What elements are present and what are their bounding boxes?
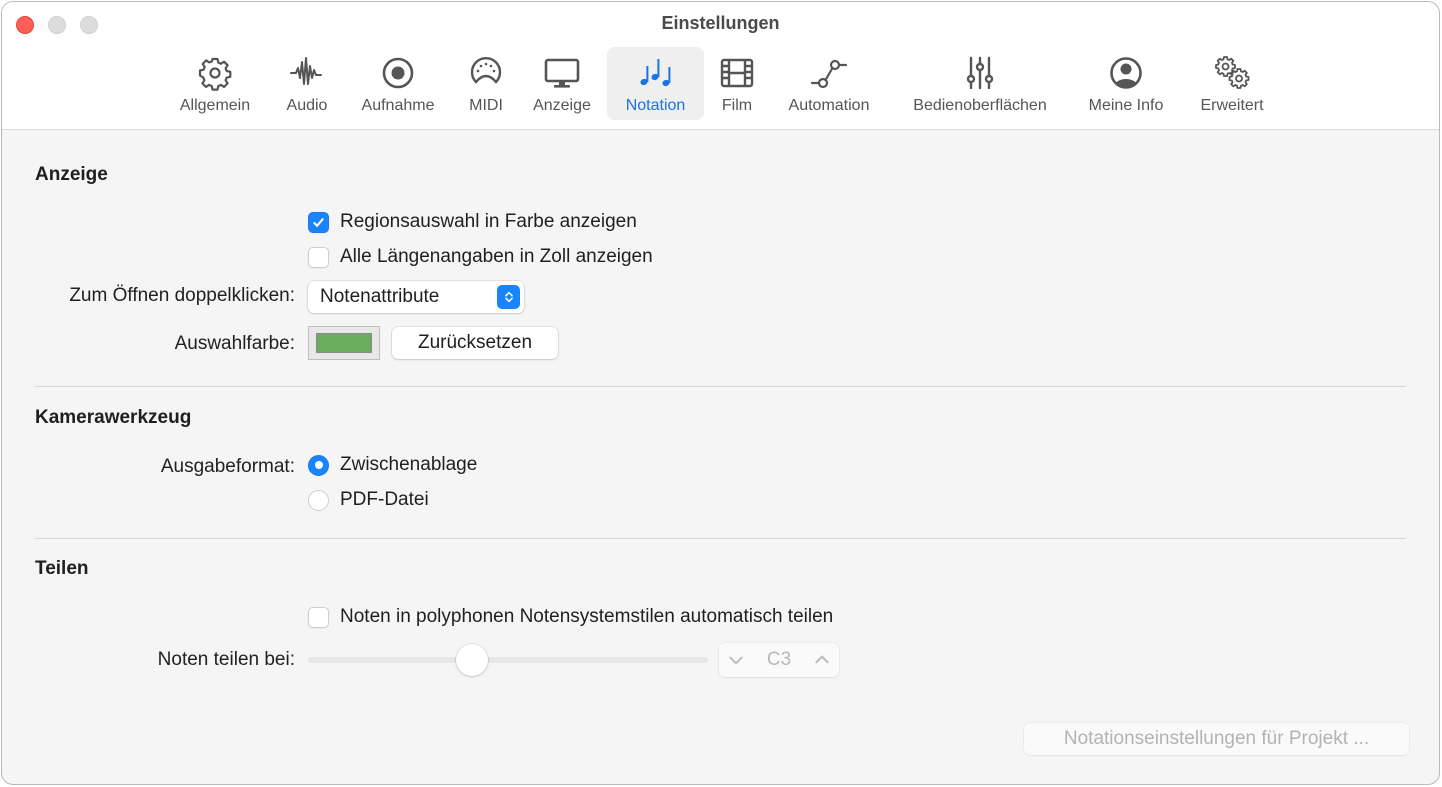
tab-label: Bedienoberflächen [913, 97, 1047, 114]
split-at-label: Noten teilen bei: [157, 649, 295, 670]
section-divider [35, 538, 1406, 539]
radio-clipboard[interactable] [308, 454, 329, 476]
record-icon [378, 53, 418, 93]
tab-label: Allgemein [179, 97, 251, 114]
checkbox-row-inches[interactable]: Alle Längenangaben in Zoll anzeigen [308, 246, 653, 268]
sliders-icon [960, 53, 1000, 93]
double-click-label: Zum Öffnen doppelklicken: [69, 285, 295, 306]
preferences-toolbar: Allgemein Audio Aufnahme MIDI Anzeige No… [2, 47, 1439, 121]
music-notes-icon [636, 53, 676, 93]
tab-label: Automation [788, 97, 870, 114]
split-slider-track[interactable] [308, 657, 708, 663]
section-divider [35, 386, 1406, 387]
display-icon [542, 53, 582, 93]
tab-label: MIDI [469, 97, 503, 114]
checkbox-label: Alle Längenangaben in Zoll anzeigen [340, 246, 653, 267]
tab-allgemein[interactable]: Allgemein [169, 47, 261, 120]
checkbox-label: Noten in polyphonen Notensystemstilen au… [340, 606, 834, 627]
tab-label: Film [721, 97, 753, 114]
midi-connector-icon [466, 53, 506, 93]
split-note-value: C3 [766, 649, 792, 670]
checkbox-inches[interactable] [308, 246, 329, 268]
split-note-stepper[interactable]: C3 [719, 643, 839, 677]
radio-row-pdf[interactable]: PDF-Datei [308, 489, 429, 511]
checkbox-label: Regionsauswahl in Farbe anzeigen [340, 211, 637, 232]
reset-color-button[interactable]: Zurücksetzen [392, 327, 558, 359]
notation-settings-pane: Anzeige Regionsauswahl in Farbe anzeigen… [2, 130, 1439, 784]
checkbox-color-region[interactable] [308, 211, 329, 233]
checkbox-row-color-region[interactable]: Regionsauswahl in Farbe anzeigen [308, 211, 637, 233]
radio-label: Zwischenablage [340, 454, 478, 475]
popup-value: Notenattribute [320, 286, 440, 307]
radio-row-clipboard[interactable]: Zwischenablage [308, 454, 477, 476]
titlebar: Einstellungen Allgemein Audio Aufnahme M… [2, 2, 1439, 130]
tab-audio[interactable]: Audio [275, 47, 339, 120]
section-title-kamerawerkzeug: Kamerawerkzeug [35, 407, 192, 428]
color-swatch [316, 333, 372, 353]
checkbox-row-auto-split[interactable]: Noten in polyphonen Notensystemstilen au… [308, 606, 833, 628]
film-icon [717, 53, 757, 93]
gear-icon [195, 53, 235, 93]
double-click-popup[interactable]: Notenattribute [308, 281, 524, 313]
tab-meine-info[interactable]: Meine Info [1077, 47, 1175, 120]
checkmark-icon [313, 217, 324, 227]
tab-film[interactable]: Film [712, 47, 762, 120]
section-title-teilen: Teilen [35, 558, 89, 579]
gears-icon [1212, 53, 1252, 93]
radio-pdf[interactable] [308, 489, 329, 511]
tab-label: Erweitert [1200, 97, 1264, 114]
settings-window: Einstellungen Allgemein Audio Aufnahme M… [1, 1, 1440, 785]
tab-automation[interactable]: Automation [775, 47, 883, 120]
tab-label: Aufnahme [361, 97, 435, 114]
tab-midi[interactable]: MIDI [460, 47, 512, 120]
tab-anzeige[interactable]: Anzeige [522, 47, 602, 120]
person-circle-icon [1106, 53, 1146, 93]
output-format-label: Ausgabeformat: [160, 456, 295, 477]
checkbox-auto-split[interactable] [308, 606, 329, 628]
split-slider-thumb[interactable] [456, 644, 488, 676]
tab-aufnahme[interactable]: Aufnahme [350, 47, 446, 120]
section-title-anzeige: Anzeige [35, 164, 108, 185]
radio-label: PDF-Datei [340, 489, 429, 510]
chevron-down-icon[interactable] [727, 651, 745, 669]
chevron-up-down-icon [497, 285, 520, 309]
selection-color-well[interactable] [308, 326, 380, 360]
tab-label: Audio [286, 97, 328, 114]
project-notation-settings-button[interactable]: Notationseinstellungen für Projekt ... [1024, 723, 1409, 755]
tab-erweitert[interactable]: Erweitert [1187, 47, 1277, 120]
waveform-icon [287, 53, 327, 93]
chevron-up-icon[interactable] [813, 651, 831, 669]
window-title: Einstellungen [661, 13, 780, 33]
selection-color-label: Auswahlfarbe: [174, 333, 295, 354]
tab-bedienoberflaechen[interactable]: Bedienoberflächen [895, 47, 1065, 120]
tab-label: Meine Info [1088, 97, 1164, 114]
automation-curve-icon [809, 53, 849, 93]
tab-label: Notation [625, 97, 686, 114]
tab-notation[interactable]: Notation [607, 47, 704, 120]
tab-label: Anzeige [533, 97, 591, 114]
